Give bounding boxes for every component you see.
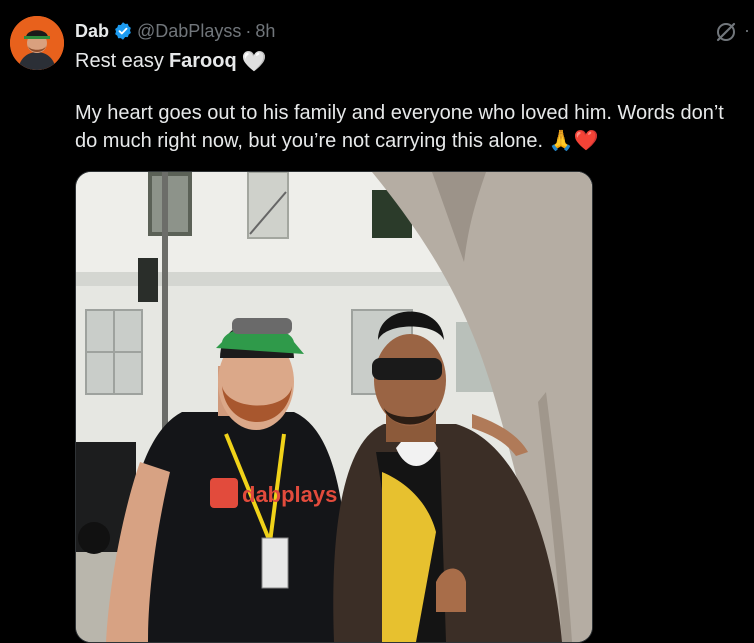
timestamp[interactable]: 8h <box>255 21 275 42</box>
handle[interactable]: @DabPlayss <box>137 21 241 42</box>
grok-icon[interactable] <box>714 20 738 44</box>
shirt-logo-text: dabplays <box>242 482 337 507</box>
avatar[interactable] <box>10 16 64 70</box>
tweet-header: Dab @DabPlayss · 8h <box>75 19 275 43</box>
tweet-photo[interactable]: dabplays <box>75 171 593 643</box>
white-heart-emoji: 🤍 <box>241 49 267 73</box>
line1-prefix: Rest easy <box>75 50 164 72</box>
display-name[interactable]: Dab <box>75 21 109 42</box>
tweet-text-body: My heart goes out to his family and ever… <box>75 100 750 155</box>
body-text: My heart goes out to his family and ever… <box>75 102 724 152</box>
tweet: Dab @DabPlayss · 8h · Rest easy Farooq 🤍… <box>0 0 754 643</box>
tweet-text-line1: Rest easy Farooq 🤍 <box>75 48 267 74</box>
praying-hands-emoji: 🙏 <box>548 128 574 152</box>
line1-bold-name: Farooq <box>168 50 237 72</box>
red-heart-emoji: ❤️ <box>573 128 599 152</box>
verified-badge-icon <box>113 21 133 41</box>
separator-dot: · <box>245 20 252 41</box>
more-icon[interactable]: · <box>744 20 754 44</box>
